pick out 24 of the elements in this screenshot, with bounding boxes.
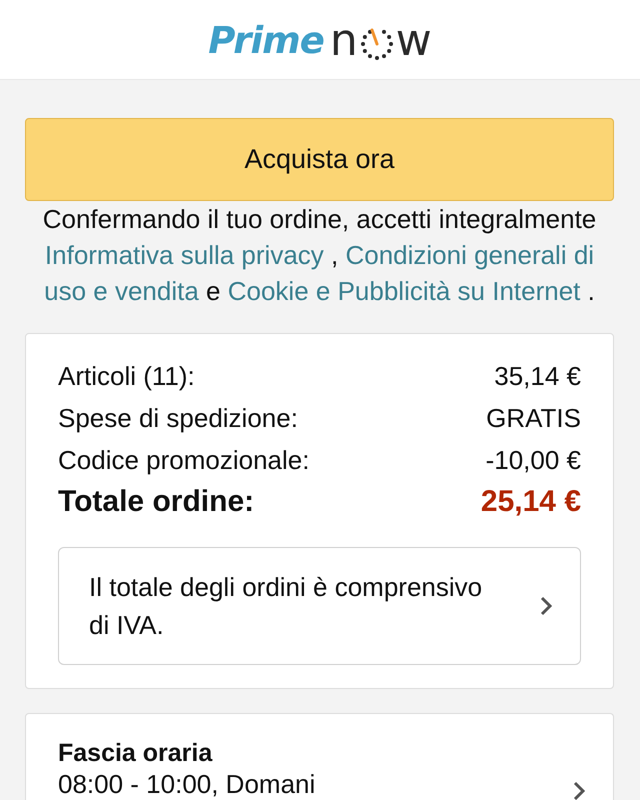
summary-amount: GRATIS (486, 402, 581, 435)
summary-amount: -10,00 € (486, 444, 581, 477)
logo-now-text: w (396, 18, 432, 62)
summary-label: Spese di spedizione: (58, 402, 298, 435)
terms-link[interactable]: Condizioni generali di (345, 240, 594, 270)
terms-link[interactable]: Informativa sulla privacy (44, 240, 324, 270)
summary-label: Articoli (11): (58, 360, 195, 393)
total-label: Totale ordine: (58, 484, 254, 520)
terms-link[interactable]: Cookie e Pubblicità su Internet (228, 276, 580, 306)
terms-text: Confermando il tuo ordine, accetti integralmente Informativa sulla privacy , Condizioni generali di uso e vendita e Cookie e Pubblicità su Internet . (42, 203, 598, 308)
summary-amount: 35,14 € (494, 360, 581, 393)
total-amount: 25,14 € (480, 484, 581, 520)
vat-info-button[interactable]: Il totale degli ordini è comprensivo di IVA. (58, 547, 581, 665)
clock-icon (360, 26, 394, 60)
buy-now-button[interactable]: Acquista ora (25, 118, 614, 201)
delivery-slot-value: 08:00 - 10:00, Domani (58, 769, 316, 799)
logo-now-text: n (330, 18, 358, 62)
delivery-slot-title: Fascia oraria (58, 738, 214, 769)
terms-link[interactable]: uso e vendita (44, 276, 199, 306)
chevron-right-icon (540, 596, 552, 616)
chevron-right-icon (573, 781, 585, 800)
summary-label: Codice promozionale: (58, 444, 310, 477)
logo-prime-text: Prime (208, 19, 324, 62)
delivery-slot-card[interactable]: Fascia oraria 08:00 - 10:00, Domani (25, 713, 614, 800)
